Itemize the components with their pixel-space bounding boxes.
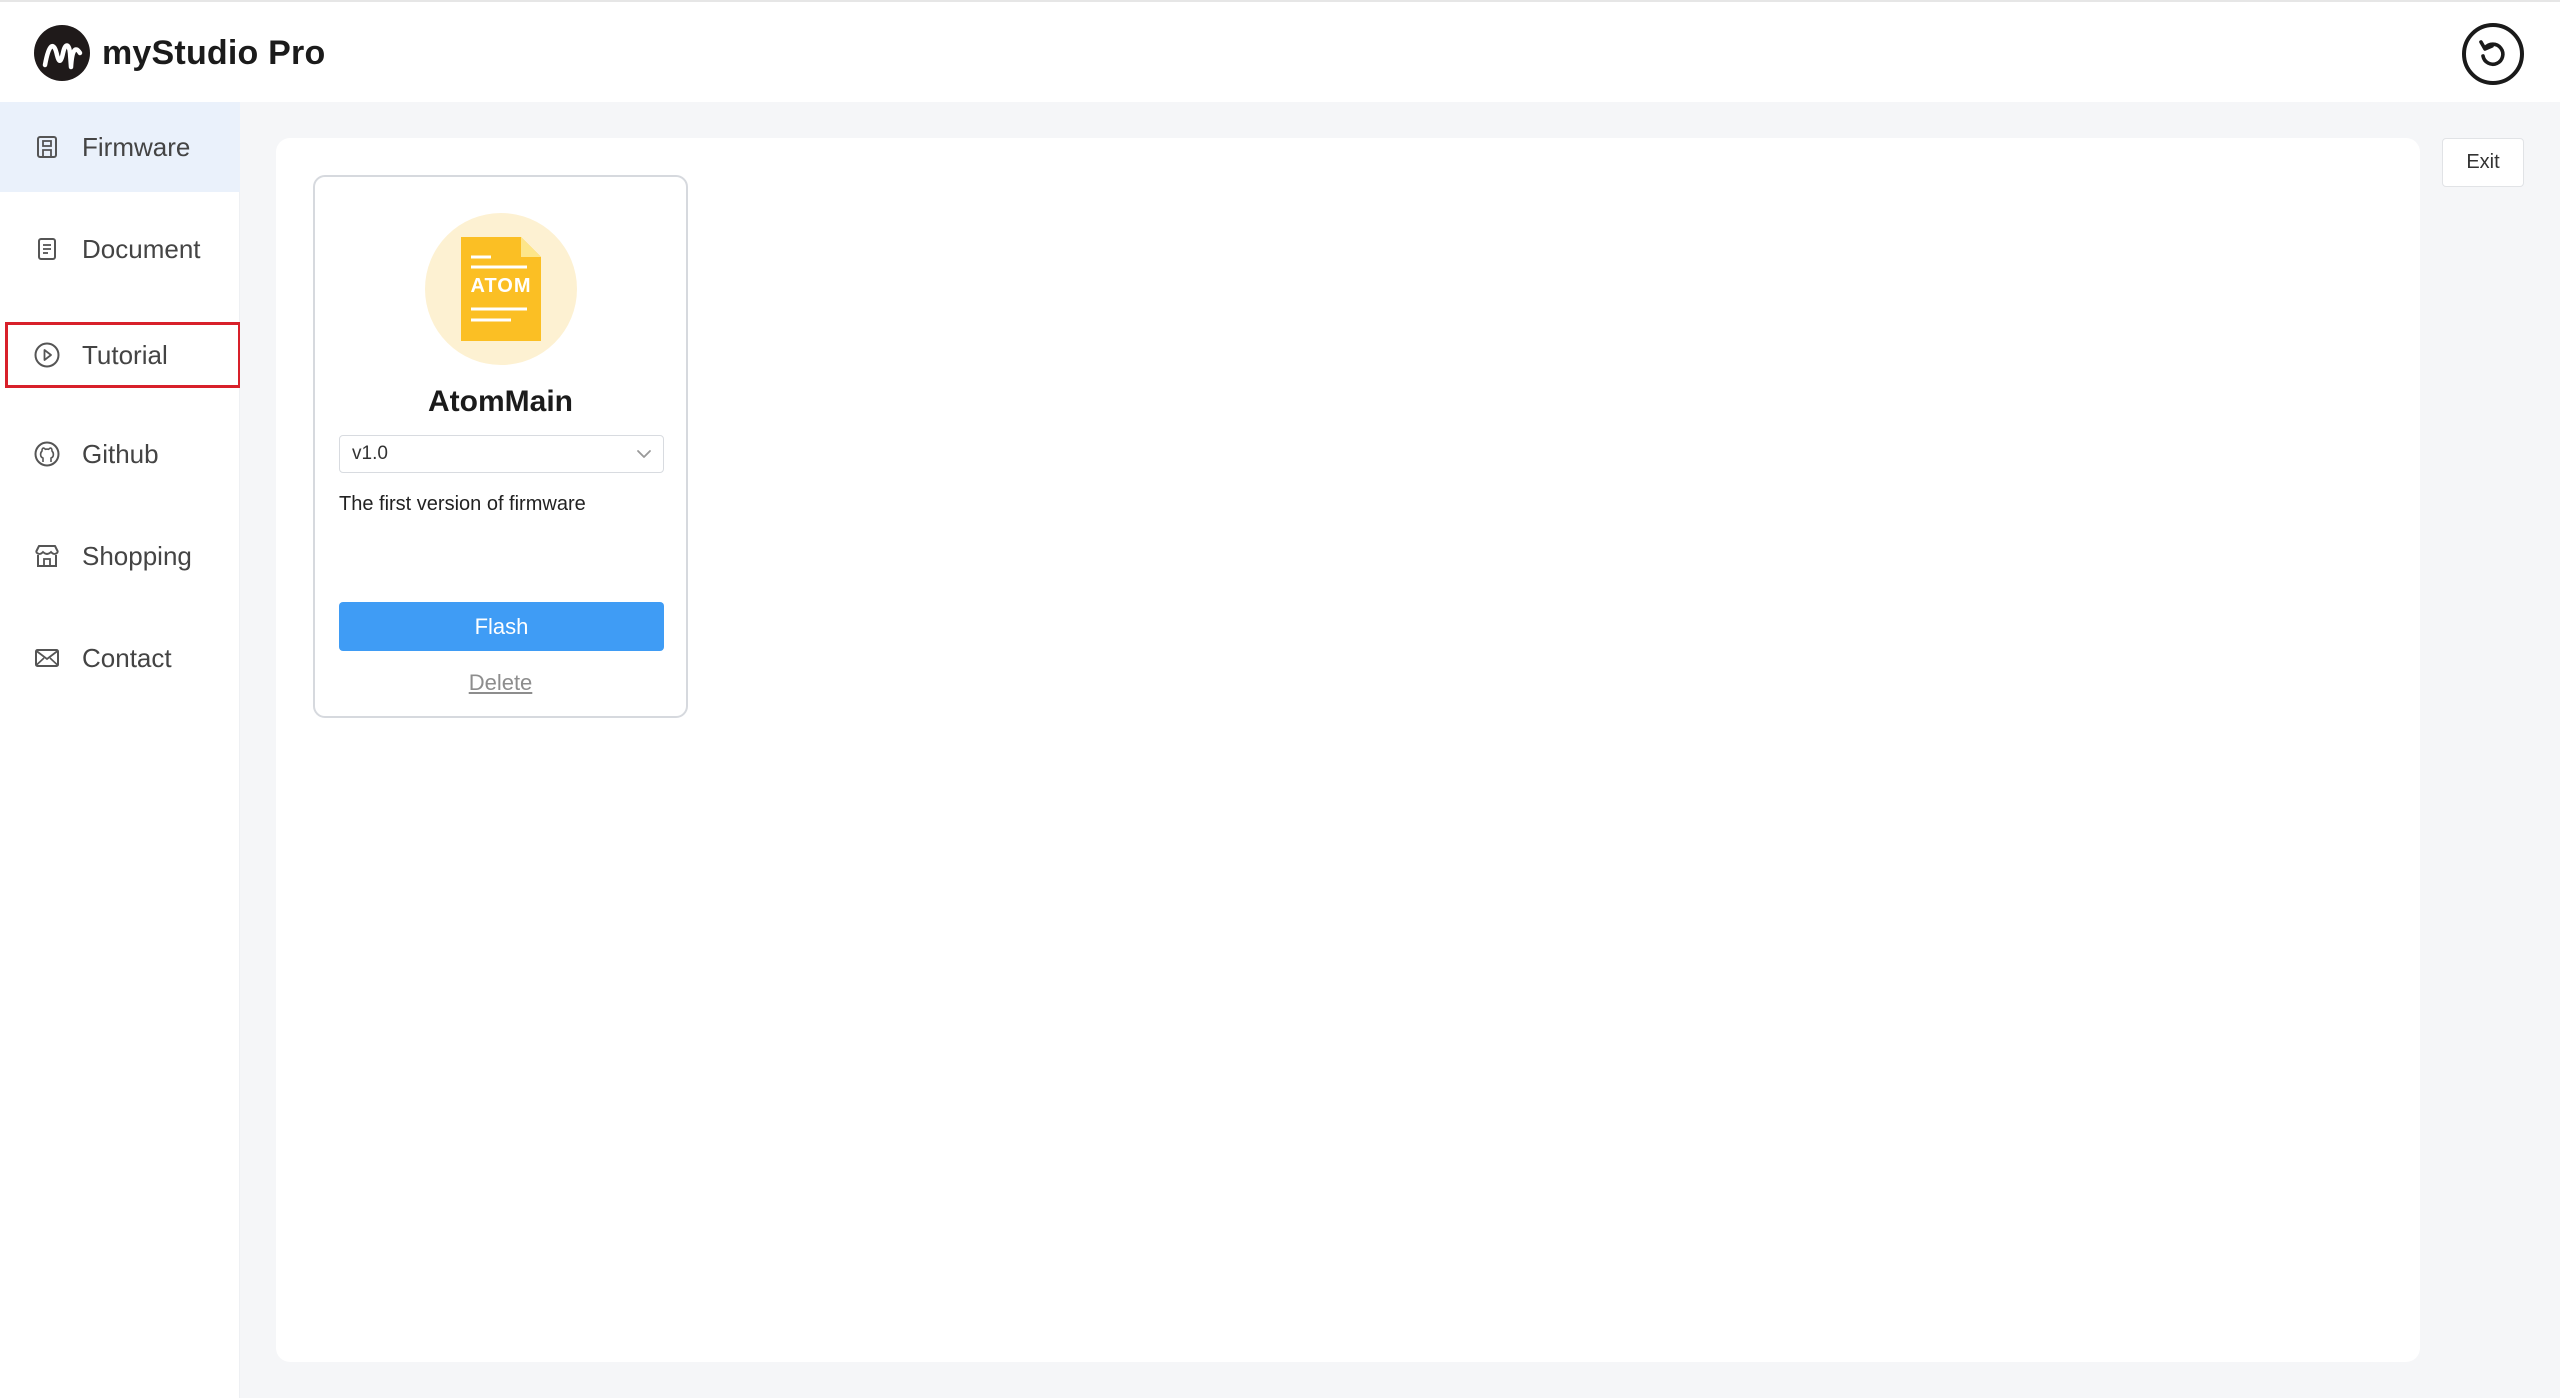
flash-button[interactable]: Flash: [339, 602, 664, 651]
sidebar-item-tutorial[interactable]: Tutorial: [5, 322, 241, 388]
version-value: v1.0: [352, 443, 388, 464]
chevron-down-icon: [635, 445, 653, 469]
top-bar: myStudio Pro: [0, 0, 2560, 102]
app-title: myStudio Pro: [102, 34, 326, 72]
exit-button[interactable]: Exit: [2442, 138, 2524, 187]
sidebar-item-shopping[interactable]: Shopping: [0, 511, 240, 601]
sidebar: Firmware Document Tutorial Github Shoppi…: [0, 102, 241, 1398]
file-icon-badge: ATOM: [425, 213, 577, 365]
firmware-icon: [30, 130, 64, 164]
mail-icon: [30, 641, 64, 675]
sidebar-item-label: Github: [82, 438, 159, 469]
sidebar-item-label: Shopping: [82, 540, 192, 571]
firmware-title: AtomMain: [428, 385, 573, 418]
play-circle-icon: [30, 338, 64, 372]
sidebar-item-firmware[interactable]: Firmware: [0, 102, 240, 192]
github-icon: [30, 437, 64, 471]
app-logo-icon: [34, 25, 90, 81]
version-select[interactable]: v1.0: [339, 435, 664, 473]
sidebar-item-label: Firmware: [82, 131, 191, 162]
sidebar-item-document[interactable]: Document: [0, 204, 240, 294]
sidebar-item-label: Contact: [82, 642, 172, 673]
sidebar-item-label: Tutorial: [82, 339, 168, 370]
firmware-card: ATOM AtomMain v1.0 The first version of …: [313, 175, 688, 718]
sidebar-item-contact[interactable]: Contact: [0, 613, 240, 703]
refresh-button[interactable]: [2462, 23, 2524, 85]
sidebar-item-github[interactable]: Github: [0, 409, 240, 499]
firmware-description: The first version of firmware: [339, 493, 586, 515]
file-icon-text: ATOM: [470, 275, 532, 297]
refresh-icon: [2479, 40, 2505, 66]
sidebar-item-label: Document: [82, 233, 201, 264]
delete-link[interactable]: Delete: [315, 670, 686, 696]
shop-icon: [30, 539, 64, 573]
document-icon: [30, 232, 64, 266]
